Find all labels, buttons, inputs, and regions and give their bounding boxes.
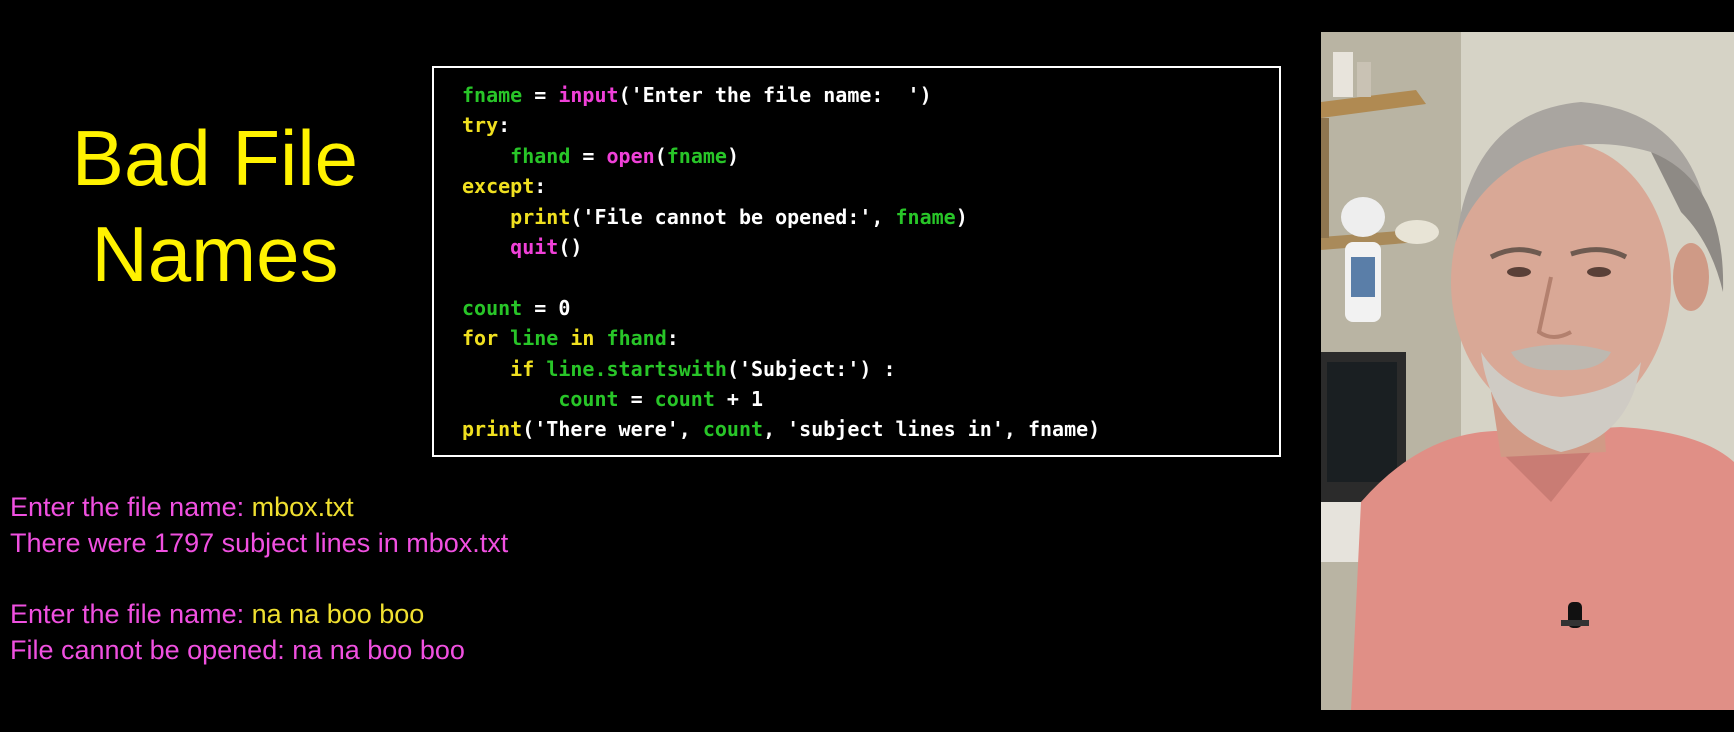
- console-output: File cannot be opened: na na boo boo: [10, 635, 465, 665]
- code-line: print('There were', count, 'subject line…: [462, 414, 1100, 444]
- code-token: ): [955, 204, 968, 229]
- code-token: print: [462, 417, 523, 442]
- code-line: if line.startswith('Subject:') :: [462, 354, 1100, 384]
- console-prompt: Enter the file name:: [10, 599, 252, 629]
- code-token: :: [534, 174, 547, 199]
- console-input-line: Enter the file name: na na boo boo: [10, 596, 465, 632]
- code-token: =: [522, 83, 559, 107]
- code-token: ('Subject:') :: [726, 356, 896, 381]
- code-token: fname: [666, 143, 727, 168]
- code-token: ('File cannot be opened:',: [570, 204, 896, 229]
- code-token: =: [618, 386, 655, 411]
- code-token: quit: [510, 234, 559, 259]
- code-line: print('File cannot be opened:', fname): [462, 202, 1100, 232]
- code-token: + 1: [714, 386, 764, 411]
- code-token: ('Enter the file name: '): [618, 83, 932, 107]
- code-token: open: [606, 143, 655, 168]
- code-line: fhand = open(fname): [462, 141, 1100, 171]
- presenter-video: [1321, 32, 1734, 710]
- console-user-input: na na boo boo: [251, 599, 425, 629]
- console-input-line: Enter the file name: mbox.txt: [10, 489, 508, 525]
- code-token: line.startswith: [546, 356, 727, 381]
- code-token: count: [558, 386, 619, 411]
- code-token: fhand: [510, 143, 571, 168]
- code-token: fhand: [606, 326, 667, 351]
- code-line: count = 0: [462, 293, 1100, 323]
- console-run-1: Enter the file name: mbox.txt There were…: [10, 489, 508, 561]
- code-token: ('There were',: [522, 417, 703, 442]
- code-token: count: [702, 417, 764, 442]
- code-token: , 'subject lines in', fname): [763, 417, 1101, 442]
- slide-title: Bad File Names: [40, 110, 390, 302]
- code-line: quit(): [462, 232, 1100, 262]
- code-token: :: [666, 326, 679, 351]
- code-token: if: [510, 356, 535, 381]
- code-token: (): [558, 234, 583, 259]
- code-token: (: [654, 143, 667, 168]
- code-line: for line in fhand:: [462, 323, 1100, 353]
- code-token: except: [462, 174, 535, 199]
- code-line: fname = input('Enter the file name: '): [462, 80, 1100, 110]
- code-token: count: [654, 386, 715, 411]
- presenter-image: [1321, 32, 1734, 710]
- code-token: print: [510, 204, 571, 229]
- code-token: fname: [462, 83, 523, 107]
- code-line: except:: [462, 171, 1100, 201]
- console-user-input: mbox.txt: [251, 492, 354, 522]
- code-token: try: [462, 113, 499, 138]
- code-token: for: [462, 326, 499, 351]
- slide-title-line-2: Names: [91, 210, 339, 298]
- console-run-2: Enter the file name: na na boo boo File …: [10, 596, 465, 668]
- slide-title-line-1: Bad File: [71, 114, 359, 202]
- console-prompt: Enter the file name:: [10, 492, 252, 522]
- code-token: =: [570, 143, 607, 168]
- code-token: in: [570, 326, 595, 351]
- code-token: = 0: [522, 295, 571, 320]
- code-token: ): [726, 143, 739, 168]
- code-line: try:: [462, 110, 1100, 140]
- code-token: count: [462, 295, 523, 320]
- code-token: input: [558, 83, 619, 107]
- code-line: count = count + 1: [462, 384, 1100, 414]
- code-token: line: [510, 326, 559, 351]
- code-token: fname: [895, 204, 956, 229]
- code-token: :: [498, 113, 511, 138]
- console-output: There were 1797 subject lines in mbox.tx…: [10, 528, 509, 558]
- code-box: fname = input('Enter the file name: ') tr…: [432, 66, 1281, 457]
- code-block: fname = input('Enter the file name: ') tr…: [462, 80, 1100, 445]
